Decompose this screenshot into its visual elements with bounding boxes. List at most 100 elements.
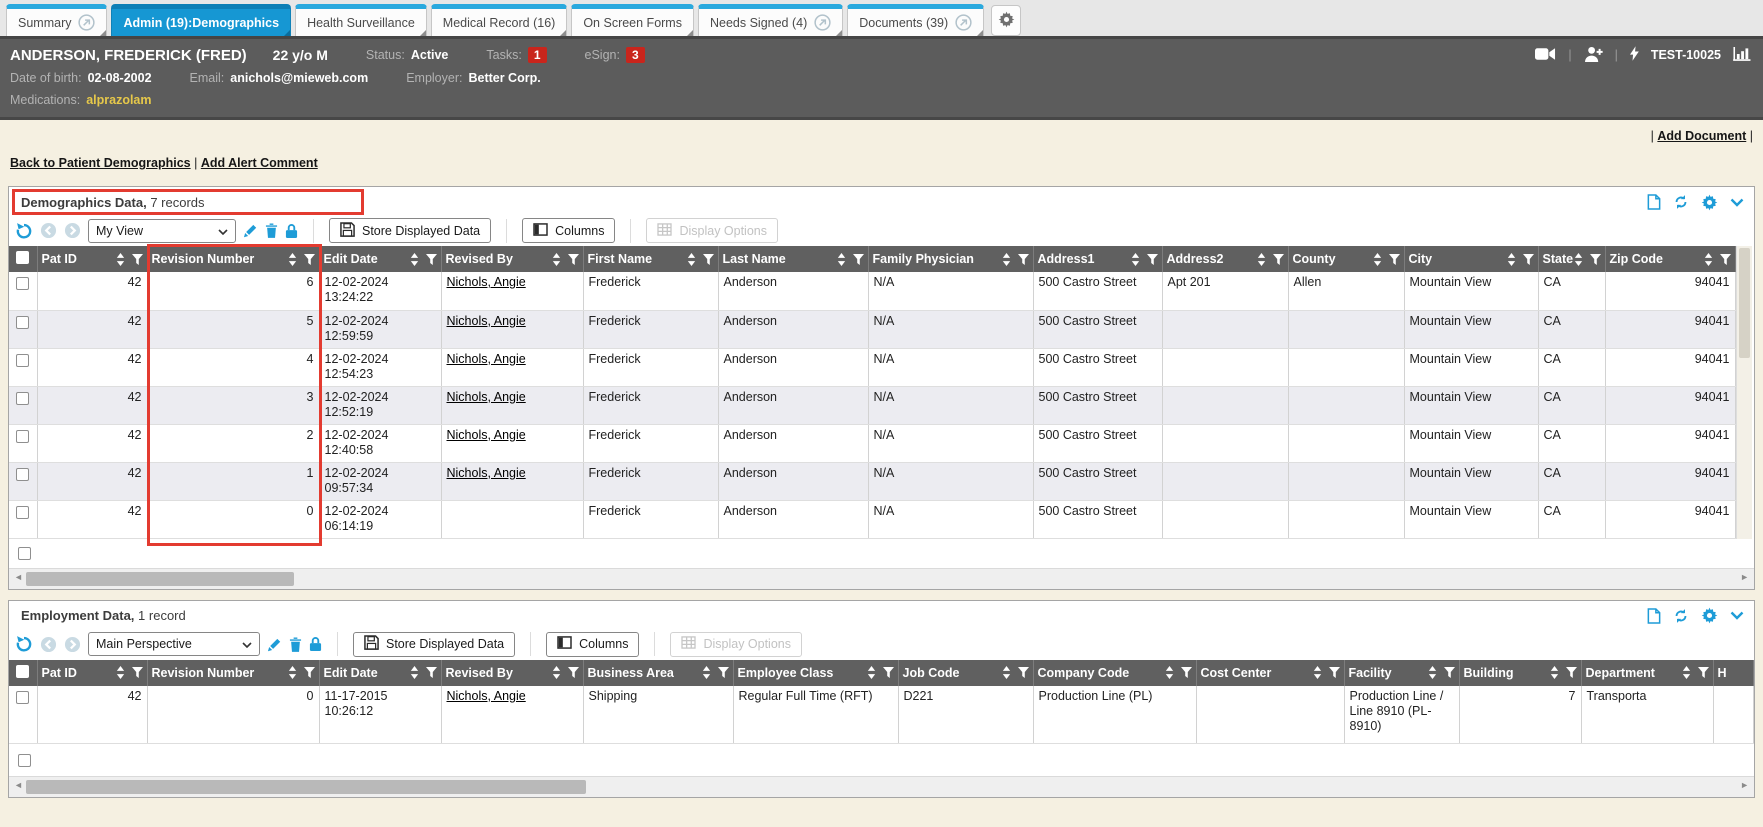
column-header[interactable]: Edit Date <box>319 660 441 686</box>
sort-icon[interactable] <box>1682 666 1691 679</box>
sort-icon[interactable] <box>1373 253 1382 266</box>
filter-icon[interactable] <box>1329 667 1340 678</box>
sort-icon[interactable] <box>116 666 125 679</box>
column-header[interactable]: Business Area <box>583 660 733 686</box>
add-document-link[interactable]: Add Document <box>1657 129 1746 143</box>
row-checkbox[interactable] <box>18 547 31 560</box>
filter-icon[interactable] <box>1698 667 1709 678</box>
refresh-icon[interactable] <box>1673 194 1689 210</box>
vertical-scrollbar[interactable] <box>1736 246 1752 539</box>
row-checkbox[interactable] <box>16 392 29 405</box>
column-header[interactable]: H <box>1713 660 1753 686</box>
new-document-icon[interactable] <box>1647 608 1661 624</box>
column-header[interactable]: Zip Code <box>1605 246 1735 272</box>
filter-icon[interactable] <box>568 667 579 678</box>
filter-icon[interactable] <box>853 254 864 265</box>
columns-button[interactable]: Columns <box>546 632 639 657</box>
select-all-checkbox[interactable] <box>9 660 37 686</box>
scroll-left-arrow-icon[interactable]: ◄ <box>14 572 23 582</box>
sort-icon[interactable] <box>552 666 561 679</box>
store-displayed-data-button[interactable]: Store Displayed Data <box>329 218 491 243</box>
back-to-demographics-link[interactable]: Back to Patient Demographics <box>10 156 191 170</box>
filter-icon[interactable] <box>304 254 315 265</box>
column-header[interactable]: Revision Number <box>147 246 319 272</box>
column-header[interactable]: Cost Center <box>1196 660 1344 686</box>
filter-icon[interactable] <box>1389 254 1400 265</box>
vertical-scrollbar-thumb[interactable] <box>1739 248 1750 358</box>
revised-by-link[interactable]: Nichols, Angie <box>447 689 526 703</box>
sort-icon[interactable] <box>288 666 297 679</box>
settings-gear-icon[interactable] <box>1701 607 1718 624</box>
revised-by-link[interactable]: Nichols, Angie <box>447 314 526 328</box>
column-header[interactable]: Address1 <box>1033 246 1162 272</box>
sort-icon[interactable] <box>1131 253 1140 266</box>
row-checkbox[interactable] <box>16 277 29 290</box>
horizontal-scrollbar[interactable]: ◄ ► <box>9 568 1754 589</box>
medications-value[interactable]: alprazolam <box>86 93 151 107</box>
next-view-icon[interactable] <box>64 636 81 653</box>
scroll-right-arrow-icon[interactable]: ► <box>1740 780 1749 790</box>
filter-icon[interactable] <box>703 254 714 265</box>
sort-icon[interactable] <box>1165 666 1174 679</box>
tab-needs-signed-4[interactable]: Needs Signed (4) <box>698 4 843 36</box>
scroll-left-arrow-icon[interactable]: ◄ <box>14 780 23 790</box>
filter-icon[interactable] <box>426 667 437 678</box>
view-selector[interactable]: My View <box>88 219 236 243</box>
filter-icon[interactable] <box>1181 667 1192 678</box>
column-header[interactable]: Department <box>1581 660 1713 686</box>
collapse-chevron-icon[interactable] <box>1730 611 1744 620</box>
sort-icon[interactable] <box>1428 666 1437 679</box>
sort-icon[interactable] <box>1002 253 1011 266</box>
delete-trash-icon[interactable] <box>289 637 302 652</box>
sort-icon[interactable] <box>702 666 711 679</box>
column-header[interactable]: Revision Number <box>147 660 319 686</box>
add-alert-comment-link[interactable]: Add Alert Comment <box>201 156 318 170</box>
popout-icon[interactable] <box>814 14 831 31</box>
filter-icon[interactable] <box>132 254 143 265</box>
filter-icon[interactable] <box>1523 254 1534 265</box>
column-header[interactable]: Revised By <box>441 246 583 272</box>
tab-summary[interactable]: Summary <box>6 4 107 36</box>
column-header[interactable]: Family Physician <box>868 246 1033 272</box>
row-checkbox[interactable] <box>16 354 29 367</box>
sort-icon[interactable] <box>1574 253 1583 266</box>
horizontal-scrollbar[interactable]: ◄ ► <box>9 776 1754 797</box>
column-header[interactable]: Job Code <box>898 660 1033 686</box>
row-checkbox[interactable] <box>16 316 29 329</box>
horizontal-scrollbar-thumb[interactable] <box>26 780 586 794</box>
revised-by-link[interactable]: Nichols, Angie <box>447 390 526 404</box>
column-header[interactable]: City <box>1404 246 1538 272</box>
lightning-bolt-icon[interactable] <box>1630 46 1639 64</box>
edit-pencil-icon[interactable] <box>267 637 282 652</box>
column-header[interactable]: Pat ID <box>37 660 147 686</box>
undo-icon[interactable] <box>15 635 33 653</box>
revised-by-link[interactable]: Nichols, Angie <box>447 466 526 480</box>
column-header[interactable]: Edit Date <box>319 246 441 272</box>
store-displayed-data-button[interactable]: Store Displayed Data <box>353 632 515 657</box>
column-header[interactable]: Address2 <box>1162 246 1288 272</box>
sort-icon[interactable] <box>1002 666 1011 679</box>
revised-by-link[interactable]: Nichols, Angie <box>447 428 526 442</box>
select-all-checkbox[interactable] <box>9 246 37 272</box>
column-header[interactable]: County <box>1288 246 1404 272</box>
sort-icon[interactable] <box>288 253 297 266</box>
tab-medical-record-16[interactable]: Medical Record (16) <box>431 4 568 36</box>
revised-by-link[interactable]: Nichols, Angie <box>447 275 526 289</box>
column-header[interactable]: Employee Class <box>733 660 898 686</box>
tab-documents-39[interactable]: Documents (39) <box>847 4 984 36</box>
filter-icon[interactable] <box>1590 254 1601 265</box>
sort-icon[interactable] <box>867 666 876 679</box>
sort-icon[interactable] <box>1257 253 1266 266</box>
popout-icon[interactable] <box>78 14 95 31</box>
filter-icon[interactable] <box>1018 667 1029 678</box>
sort-icon[interactable] <box>410 253 419 266</box>
tab-health-surveillance[interactable]: Health Surveillance <box>295 4 427 36</box>
filter-icon[interactable] <box>426 254 437 265</box>
video-camera-icon[interactable] <box>1535 47 1556 64</box>
edit-pencil-icon[interactable] <box>243 223 258 238</box>
prev-view-icon[interactable] <box>40 222 57 239</box>
settings-gear-icon[interactable] <box>1701 194 1718 211</box>
filter-icon[interactable] <box>1720 254 1731 265</box>
filter-icon[interactable] <box>1018 254 1029 265</box>
row-checkbox[interactable] <box>18 754 31 767</box>
